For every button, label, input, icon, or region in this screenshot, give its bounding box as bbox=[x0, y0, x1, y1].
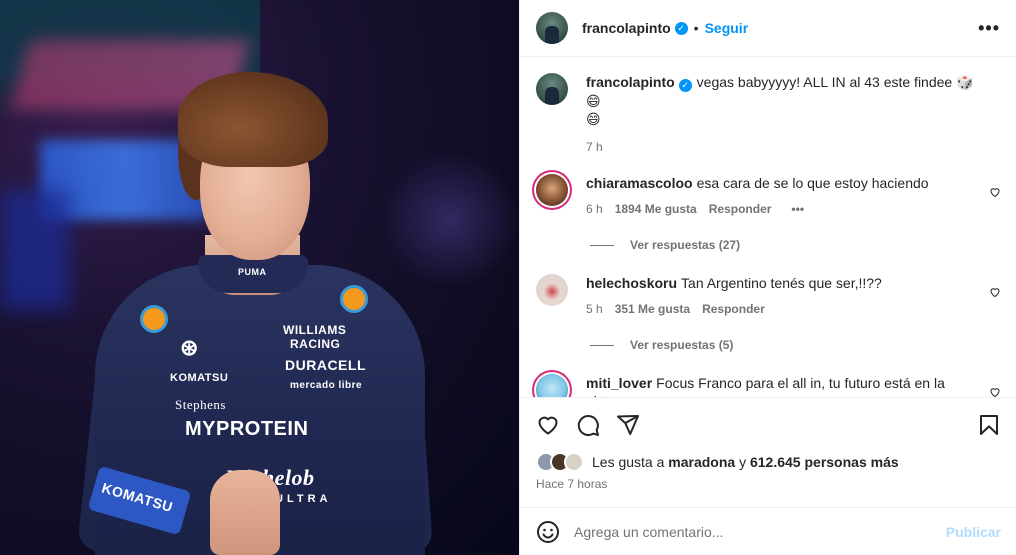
comment: helechoskoru Tan Argentino tenés que ser,… bbox=[536, 274, 1001, 318]
likes-others[interactable]: 612.645 personas más bbox=[750, 454, 899, 470]
likes-middle: y bbox=[739, 454, 747, 470]
background-light bbox=[380, 150, 519, 290]
puma-logo-text: PUMA bbox=[238, 267, 267, 277]
racing-text: RACING bbox=[290, 337, 341, 351]
caption-time[interactable]: 7 h bbox=[586, 138, 603, 156]
like-comment-heart-icon[interactable] bbox=[989, 286, 1001, 298]
action-bar bbox=[520, 397, 1016, 452]
like-comment-heart-icon[interactable] bbox=[989, 386, 1001, 397]
post-timestamp[interactable]: Hace 7 horas bbox=[536, 477, 607, 491]
mercedes-star-icon: ⊛ bbox=[180, 335, 199, 360]
replies-line bbox=[590, 244, 614, 246]
liker-avatar bbox=[564, 452, 584, 472]
like-heart-icon[interactable] bbox=[536, 413, 560, 437]
post-header: francolapinto ✓ • Seguir ••• bbox=[520, 0, 1016, 57]
header-separator: • bbox=[693, 20, 699, 36]
comment-text: Tan Argentino tenés que ser,!!?? bbox=[681, 275, 882, 291]
reply-button[interactable]: Responder bbox=[709, 200, 772, 218]
ultra-text: ULTRA bbox=[275, 493, 332, 505]
verified-badge-icon: ✓ bbox=[674, 21, 688, 35]
duracell-text: DURACELL bbox=[285, 357, 366, 373]
commenter-avatar[interactable] bbox=[536, 274, 568, 306]
driver-hand bbox=[210, 470, 280, 555]
comment-time[interactable]: 6 h bbox=[586, 200, 603, 218]
author-username[interactable]: francolapinto bbox=[582, 20, 671, 36]
commenter-avatar[interactable] bbox=[536, 374, 568, 397]
comments-list[interactable]: francolapinto ✓ vegas babyyyyy! ALL IN al … bbox=[520, 57, 1016, 397]
comment-input[interactable] bbox=[574, 523, 946, 540]
caption-username[interactable]: francolapinto bbox=[586, 74, 675, 90]
replies-line bbox=[590, 344, 614, 346]
more-options-icon[interactable]: ••• bbox=[978, 18, 1000, 39]
comment: chiaramascoloo esa cara de se lo que esto… bbox=[536, 174, 1001, 218]
comment-likes[interactable]: 351 Me gusta bbox=[615, 300, 690, 318]
post-photo[interactable]: PUMA ⊛ WILLIAMS RACING DURACELL KOMATSU … bbox=[0, 0, 519, 555]
caption: francolapinto ✓ vegas babyyyyy! ALL IN al … bbox=[536, 73, 1001, 156]
komatsu-cuff-text: KOMATSU bbox=[100, 479, 175, 516]
comment-time[interactable]: 5 h bbox=[586, 300, 603, 318]
commenter-avatar[interactable] bbox=[536, 174, 568, 206]
komatsu-text: KOMATSU bbox=[170, 372, 229, 384]
comment-username[interactable]: helechoskoru bbox=[586, 275, 677, 291]
comment-username[interactable]: chiaramascoloo bbox=[586, 175, 693, 191]
suit-collar: PUMA bbox=[198, 255, 308, 293]
comment-text: esa cara de se lo que estoy haciendo bbox=[696, 175, 929, 191]
gulf-logo-left bbox=[140, 305, 168, 333]
stephens-text: Stephens bbox=[175, 397, 226, 412]
comment-composer: Publicar bbox=[520, 507, 1016, 555]
likes-prefix: Les gusta a bbox=[592, 454, 665, 470]
background-light bbox=[0, 190, 70, 310]
comment-likes[interactable]: 1894 Me gusta bbox=[615, 200, 697, 218]
follow-button[interactable]: Seguir bbox=[705, 20, 749, 36]
williams-text: WILLIAMS bbox=[283, 323, 347, 337]
likes-text: Les gusta a maradona y 612.645 personas … bbox=[592, 454, 899, 470]
likes-first-user[interactable]: maradona bbox=[668, 454, 735, 470]
share-send-icon[interactable] bbox=[616, 413, 640, 437]
emoji-icon[interactable] bbox=[536, 520, 560, 544]
gulf-logo-right bbox=[340, 285, 368, 313]
author-avatar[interactable] bbox=[536, 12, 568, 44]
reply-button[interactable]: Responder bbox=[702, 300, 765, 318]
comment-username[interactable]: miti_lover bbox=[586, 375, 652, 391]
comment-more-icon[interactable]: ••• bbox=[791, 200, 804, 218]
mercado-libre-text: mercado libre bbox=[290, 380, 363, 391]
post-panel: francolapinto ✓ • Seguir ••• francolapin… bbox=[519, 0, 1016, 555]
view-replies-button[interactable]: Ver respuestas (27) bbox=[590, 238, 1001, 252]
comment: miti_lover Focus Franco para el all in, t… bbox=[536, 374, 1001, 397]
view-replies-label: Ver respuestas (27) bbox=[630, 238, 741, 252]
view-replies-label: Ver respuestas (5) bbox=[630, 338, 734, 352]
myprotein-text: MYPROTEIN bbox=[185, 418, 309, 440]
driver-hair bbox=[178, 72, 328, 167]
view-replies-button[interactable]: Ver respuestas (5) bbox=[590, 338, 1001, 352]
comment-bubble-icon[interactable] bbox=[576, 413, 600, 437]
caption-text-cont: 😄 bbox=[586, 111, 601, 127]
verified-badge-icon: ✓ bbox=[678, 79, 692, 92]
likes-summary[interactable]: Les gusta a maradona y 612.645 personas … bbox=[536, 452, 899, 472]
save-bookmark-icon[interactable] bbox=[977, 413, 1001, 437]
like-comment-heart-icon[interactable] bbox=[989, 186, 1001, 198]
publish-button[interactable]: Publicar bbox=[946, 524, 1001, 540]
author-avatar[interactable] bbox=[536, 73, 568, 105]
